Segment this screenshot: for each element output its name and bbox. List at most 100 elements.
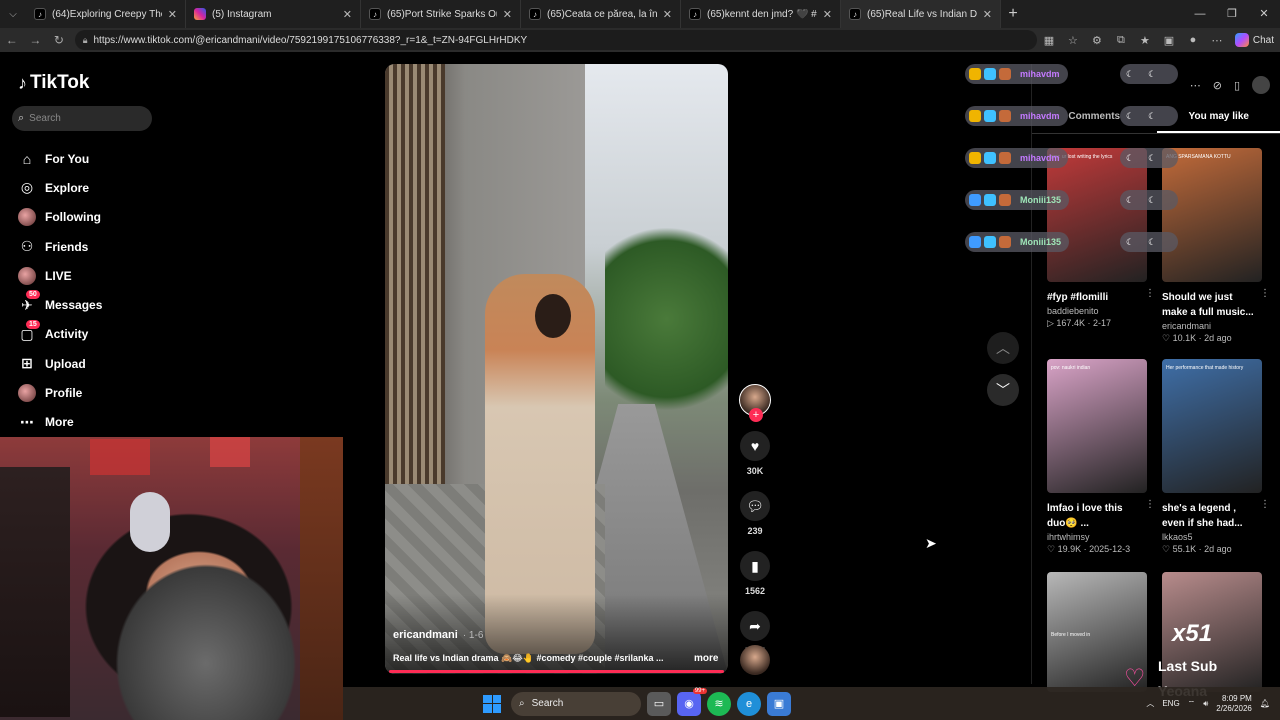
card-user[interactable]: ericandmani <box>1162 321 1262 331</box>
sound-disc-avatar[interactable] <box>740 645 770 675</box>
bookmark-icon[interactable]: ▮ <box>740 551 770 581</box>
card-user[interactable]: ihrtwhimsy <box>1047 532 1147 542</box>
coin-icon[interactable]: ⊘ <box>1213 79 1222 92</box>
heart-icon[interactable]: ♥ <box>740 431 770 461</box>
card-thumbnail[interactable]: pov: ur lost writing the lyrics <box>1047 148 1147 282</box>
minimize-icon[interactable]: — <box>1184 0 1216 28</box>
wifi-icon[interactable]: ⌔ <box>1188 699 1196 709</box>
browser-tab[interactable]: (5) Instagram ✕ <box>186 0 361 28</box>
comment-icon[interactable]: 💬︎ <box>740 491 770 521</box>
like-action[interactable]: ♥ 30K <box>737 431 773 476</box>
sidebar-item-upload[interactable]: ⊞ Upload <box>18 349 102 378</box>
volume-icon[interactable]: 🔊︎ <box>1203 699 1208 709</box>
card-title[interactable]: she's a legend , even if she had... <box>1162 501 1257 531</box>
back-icon[interactable]: ← <box>0 33 24 47</box>
task-view-icon[interactable]: ▭ <box>647 691 671 716</box>
video-author[interactable]: ericandmani · 1-6 <box>393 629 483 641</box>
forward-icon[interactable]: → <box>24 33 48 47</box>
video-actions: + ♥ 30K 💬︎ 239 ▮ 1562 ➦ 5915 <box>737 384 773 656</box>
spotify-icon[interactable]: ≋ <box>707 691 731 716</box>
sidebar-item-friends[interactable]: ⚇ Friends <box>18 232 102 261</box>
card-title[interactable]: lmfao i love this duo🥺 ... <box>1047 501 1142 531</box>
creator-avatar[interactable]: + <box>739 384 771 422</box>
browser-tab[interactable]: ♪ (65)Port Strike Sparks Outrage Ov... ✕ <box>361 0 521 28</box>
recommended-card[interactable]: pov: naukri indian lmfao i love this duo… <box>1047 359 1155 555</box>
refresh-icon[interactable]: ↻ <box>47 33 71 47</box>
webcam-poster <box>90 439 150 475</box>
browser-tab[interactable]: ♪ (65)Ceata ce părea, la început, o si..… <box>521 0 681 28</box>
browser-tab-active[interactable]: ♪ (65)Real Life vs Indian Drama... ✕ <box>841 0 1001 28</box>
profile-icon[interactable]: ● <box>1181 34 1205 46</box>
previous-video-button[interactable]: ︿ <box>987 332 1019 364</box>
close-icon[interactable]: ✕ <box>823 8 832 21</box>
card-thumbnail[interactable]: Her performance that made history <box>1162 359 1262 493</box>
new-tab-icon[interactable]: + <box>1001 5 1025 23</box>
more-options-icon[interactable]: ⋯ <box>1205 34 1229 47</box>
comment-action[interactable]: 💬︎ 239 <box>737 491 773 536</box>
card-more-icon[interactable]: ⋮ <box>1145 288 1155 299</box>
save-action[interactable]: ▮ 1562 <box>737 551 773 596</box>
taskbar-search[interactable]: ⌕ Search <box>511 691 641 716</box>
close-icon[interactable]: ✕ <box>503 8 512 21</box>
favorite-star-icon[interactable]: ☆ <box>1061 34 1085 47</box>
url-field[interactable]: 🔒︎ https://www.tiktok.com/@ericandmani/v… <box>74 30 1037 50</box>
tray-chevron-icon[interactable]: ︿ <box>1146 698 1154 709</box>
video-progress-bar[interactable] <box>389 670 724 673</box>
sidebar-item-profile[interactable]: Profile <box>18 378 102 407</box>
reader-icon[interactable]: ▦ <box>1037 34 1061 47</box>
card-title[interactable]: #fyp #flomilli <box>1047 290 1142 305</box>
author-name[interactable]: ericandmani <box>393 629 458 641</box>
close-window-icon[interactable]: ✕ <box>1248 0 1280 28</box>
user-avatar[interactable] <box>1252 76 1270 94</box>
card-thumbnail[interactable]: pov: naukri indian <box>1047 359 1147 493</box>
chat-button[interactable]: Chat <box>1234 33 1280 47</box>
sidebar-item-activity[interactable]: ▢ 15 Activity <box>18 319 102 349</box>
split-screen-icon[interactable]: ⧉ <box>1109 34 1133 47</box>
browser-tab[interactable]: ♪ (65)kennt den jmd? 🖤 #nutellaoh... ✕ <box>681 0 841 28</box>
card-thumbnail[interactable]: ANG SPARSAMANA KOTTU <box>1162 148 1262 282</box>
extensions-icon[interactable]: ⚙ <box>1085 34 1109 47</box>
app-icon[interactable]: ▣ <box>767 691 791 716</box>
close-icon[interactable]: ✕ <box>983 8 992 21</box>
more-options-icon[interactable]: ⋯ <box>1190 79 1201 92</box>
sidebar-item-live[interactable]: LIVE <box>18 261 102 290</box>
video-player[interactable] <box>385 64 728 674</box>
search-input[interactable]: ⌕ Search <box>12 106 152 131</box>
sidebar-item-explore[interactable]: ◎ Explore <box>18 173 102 202</box>
card-more-icon[interactable]: ⋮ <box>1260 288 1270 299</box>
card-more-icon[interactable]: ⋮ <box>1260 499 1270 510</box>
share-icon[interactable]: ➦ <box>740 611 770 641</box>
card-title[interactable]: Should we just make a full music... <box>1162 290 1257 320</box>
mouse-cursor-icon: ➤ <box>925 535 937 551</box>
card-user[interactable]: baddiebenito <box>1047 306 1147 316</box>
sidebar-item-more[interactable]: ⋯ More <box>18 408 102 437</box>
language-indicator[interactable]: ENG <box>1162 699 1179 708</box>
clock[interactable]: 8:09 PM 2/26/2026 <box>1216 694 1252 714</box>
edge-icon[interactable]: e <box>737 691 761 716</box>
follow-plus-icon[interactable]: + <box>749 408 763 422</box>
sidebar-item-following[interactable]: Following <box>18 203 102 232</box>
tab-actions-menu-icon[interactable]: ⌵ <box>0 0 26 28</box>
next-video-button[interactable]: ﹀ <box>987 374 1019 406</box>
sidebar-item-for-you[interactable]: ⌂ For You <box>18 144 102 173</box>
card-user[interactable]: lkkaos5 <box>1162 532 1262 542</box>
close-icon[interactable]: ✕ <box>343 8 352 21</box>
card-more-icon[interactable]: ⋮ <box>1145 499 1155 510</box>
windows-start-icon[interactable] <box>483 694 501 713</box>
notification-bell-icon[interactable]: 🔔︎ <box>1260 699 1270 708</box>
recommended-card[interactable]: Her performance that made history she's … <box>1162 359 1270 555</box>
close-icon[interactable]: ✕ <box>168 8 177 21</box>
tiktok-logo[interactable]: ♪ TikTok <box>18 72 89 94</box>
discord-badge: 99+ <box>692 687 707 694</box>
favorites-icon[interactable]: ★ <box>1133 34 1157 47</box>
browser-tab[interactable]: ♪ (64)Exploring Creepy Themes in G... ✕ <box>26 0 186 28</box>
restore-icon[interactable]: ❐ <box>1216 0 1248 28</box>
close-icon[interactable]: ✕ <box>663 8 672 21</box>
sidebar-item-messages[interactable]: ✈ 50 Messages <box>18 290 102 319</box>
tiktok-icon: ♪ <box>34 8 46 20</box>
caption-more-button[interactable]: more <box>694 653 718 664</box>
collections-icon[interactable]: ▣ <box>1157 34 1181 47</box>
moon-icon: ☾ <box>1126 194 1135 205</box>
device-icon[interactable]: ▯ <box>1234 79 1240 92</box>
discord-icon[interactable]: ◉ 99+ <box>677 687 707 716</box>
